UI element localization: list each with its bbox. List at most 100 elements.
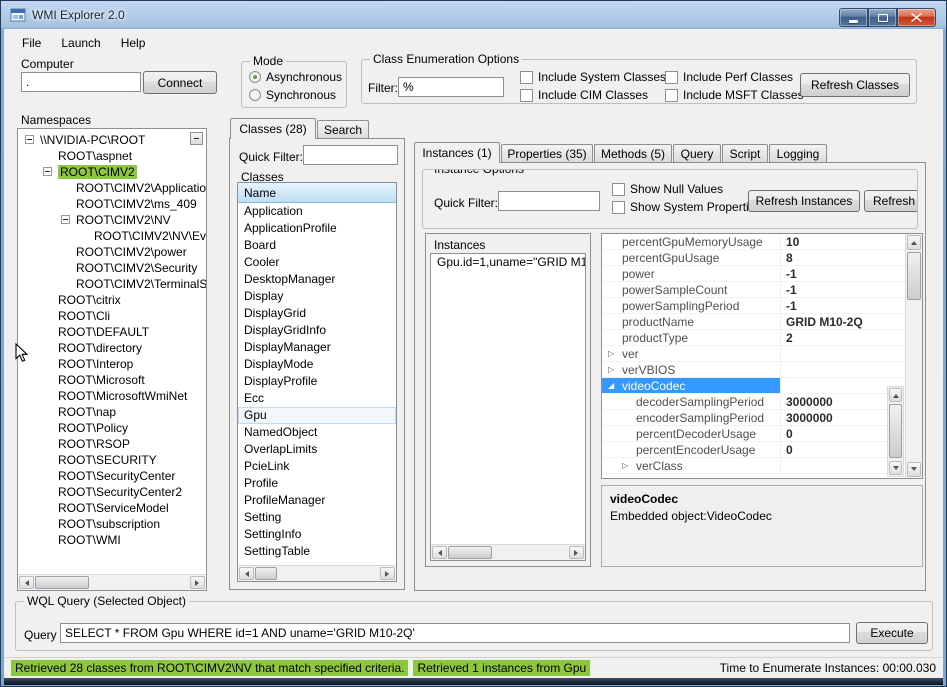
property-row[interactable]: ▷ver	[602, 346, 905, 362]
collapse-icon[interactable]	[61, 215, 70, 224]
class-item[interactable]: SettingInfo	[238, 526, 396, 543]
tab-instances[interactable]: Instances (1)	[414, 142, 500, 163]
property-row[interactable]: percentGpuMemoryUsage10	[602, 234, 905, 250]
close-button[interactable]	[897, 8, 936, 27]
title-bar[interactable]: WMI Explorer 2.0	[1, 1, 946, 29]
class-item-selected[interactable]: Gpu	[238, 407, 396, 424]
maximize-button[interactable]	[868, 8, 897, 27]
tree-item[interactable]: ROOT\subscription	[18, 516, 206, 532]
tree-item[interactable]: ROOT\SecurityCenter	[18, 468, 206, 484]
tree-item[interactable]: ROOT\directory	[18, 340, 206, 356]
tree-item[interactable]: ROOT\CIMV2\TerminalServices	[18, 276, 206, 292]
tree-item[interactable]: ROOT\CIMV2\NV	[18, 212, 206, 228]
scroll-right-arrow[interactable]	[569, 546, 584, 559]
class-item[interactable]: Setting	[238, 509, 396, 526]
class-item[interactable]: DisplayMode	[238, 356, 396, 373]
class-item[interactable]: DisplayGridInfo	[238, 322, 396, 339]
class-item[interactable]: Board	[238, 237, 396, 254]
property-row[interactable]: percentGpuUsage8	[602, 250, 905, 266]
class-item[interactable]: DisplayGrid	[238, 305, 396, 322]
property-row-selected[interactable]: ◢videoCodec	[602, 378, 905, 394]
instances-list[interactable]: Gpu.id=1,uname="GRID M10	[430, 253, 586, 561]
tree-item-selected[interactable]: ROOT\CIMV2	[18, 164, 206, 180]
class-item[interactable]: Profile	[238, 475, 396, 492]
tree-item[interactable]: ROOT\CIMV2\ms_409	[18, 196, 206, 212]
property-grid[interactable]: percentGpuMemoryUsage10 percentGpuUsage8…	[601, 233, 923, 479]
tab-properties[interactable]: Properties (35)	[501, 144, 593, 163]
scrollbar-thumb[interactable]	[448, 546, 492, 559]
computer-input[interactable]: .	[21, 72, 141, 92]
property-row[interactable]: power-1	[602, 266, 905, 282]
scroll-left-arrow[interactable]	[19, 576, 34, 589]
scroll-up-arrow[interactable]	[889, 388, 902, 402]
scroll-left-arrow[interactable]	[239, 567, 254, 580]
tab-methods[interactable]: Methods (5)	[594, 144, 672, 163]
scroll-right-arrow[interactable]	[190, 576, 205, 589]
connect-button[interactable]: Connect	[143, 71, 217, 94]
tab-logging[interactable]: Logging	[769, 144, 827, 163]
property-row[interactable]: ▷verVBIOS	[602, 362, 905, 378]
tree-item[interactable]: ROOT\CIMV2\power	[18, 244, 206, 260]
embedded-vertical-scrollbar[interactable]	[887, 386, 904, 477]
property-row[interactable]: percentDecoderUsage0	[602, 426, 905, 442]
checkbox-include-msft-classes[interactable]: Include MSFT Classes	[665, 88, 804, 102]
class-item[interactable]: PcieLink	[238, 458, 396, 475]
menu-file[interactable]: File	[13, 34, 50, 52]
class-item[interactable]: NamedObject	[238, 424, 396, 441]
instances-horizontal-scrollbar[interactable]	[431, 544, 585, 560]
tree-item[interactable]: ROOT\Interop	[18, 356, 206, 372]
property-row[interactable]: productType2	[602, 330, 905, 346]
scroll-up-arrow[interactable]	[907, 235, 921, 250]
minimize-button[interactable]	[839, 8, 868, 27]
tree-item[interactable]: ROOT\Policy	[18, 420, 206, 436]
tree-item[interactable]: ROOT\Cli	[18, 308, 206, 324]
property-row[interactable]: productNameGRID M10-2Q	[602, 314, 905, 330]
tree-item[interactable]: ROOT\RSOP	[18, 436, 206, 452]
property-row[interactable]: ▷verClass	[602, 458, 905, 474]
property-row[interactable]: decoderSamplingPeriod3000000	[602, 394, 905, 410]
tree-horizontal-scrollbar[interactable]	[18, 574, 206, 590]
refresh-classes-button[interactable]: Refresh Classes	[800, 73, 910, 97]
class-item[interactable]: DisplayManager	[238, 339, 396, 356]
menu-help[interactable]: Help	[112, 34, 155, 52]
tree-item[interactable]: ROOT\MicrosoftWmiNet	[18, 388, 206, 404]
property-row[interactable]: percentEncoderUsage0	[602, 442, 905, 458]
instance-item[interactable]: Gpu.id=1,uname="GRID M10	[431, 254, 585, 270]
tree-item[interactable]: ROOT\DEFAULT	[18, 324, 206, 340]
class-item[interactable]: DisplayProfile	[238, 373, 396, 390]
tree-item[interactable]: ROOT\nap	[18, 404, 206, 420]
checkbox-include-perf-classes[interactable]: Include Perf Classes	[665, 70, 793, 84]
tab-query[interactable]: Query	[673, 144, 721, 163]
class-item[interactable]: SettingTable	[238, 543, 396, 560]
refresh-object-button[interactable]: Refresh Ob	[864, 190, 918, 212]
class-item[interactable]: OverlapLimits	[238, 441, 396, 458]
classes-quick-filter-input[interactable]	[303, 145, 398, 165]
radio-asynchronous[interactable]: Asynchronous	[249, 70, 342, 84]
class-item[interactable]: ApplicationProfile	[238, 220, 396, 237]
tree-item[interactable]: ROOT\CIMV2\Security	[18, 260, 206, 276]
collapse-icon[interactable]: ◢	[608, 378, 614, 393]
query-input[interactable]: SELECT * FROM Gpu WHERE id=1 AND uname='…	[60, 623, 850, 643]
scroll-down-arrow[interactable]	[907, 462, 921, 477]
classes-column-header[interactable]: Name	[238, 183, 396, 203]
scrollbar-thumb[interactable]	[255, 567, 277, 580]
tree-item[interactable]: ROOT\SECURITY	[18, 452, 206, 468]
class-item[interactable]: Cooler	[238, 254, 396, 271]
refresh-instances-button[interactable]: Refresh Instances	[748, 190, 860, 212]
tab-classes[interactable]: Classes (28)	[230, 118, 316, 139]
class-item[interactable]: DesktopManager	[238, 271, 396, 288]
tree-item[interactable]: ROOT\WMI	[18, 532, 206, 548]
collapse-icon[interactable]	[25, 135, 34, 144]
tree-item[interactable]: ROOT\CIMV2\NV\Even	[18, 228, 206, 244]
classes-list[interactable]: Name Application ApplicationProfile Boar…	[237, 182, 397, 582]
property-row[interactable]: encoderSamplingPeriod3000000	[602, 410, 905, 426]
tree-item[interactable]: ROOT\citrix	[18, 292, 206, 308]
expand-icon[interactable]: ▷	[608, 346, 614, 361]
tree-corner-button[interactable]	[190, 132, 203, 145]
scroll-left-arrow[interactable]	[432, 546, 447, 559]
collapse-icon[interactable]	[43, 167, 52, 176]
instances-quick-filter-input[interactable]	[498, 191, 600, 211]
grid-vertical-scrollbar[interactable]	[905, 234, 922, 478]
scroll-down-arrow[interactable]	[889, 461, 902, 475]
filter-input[interactable]: %	[398, 77, 504, 97]
